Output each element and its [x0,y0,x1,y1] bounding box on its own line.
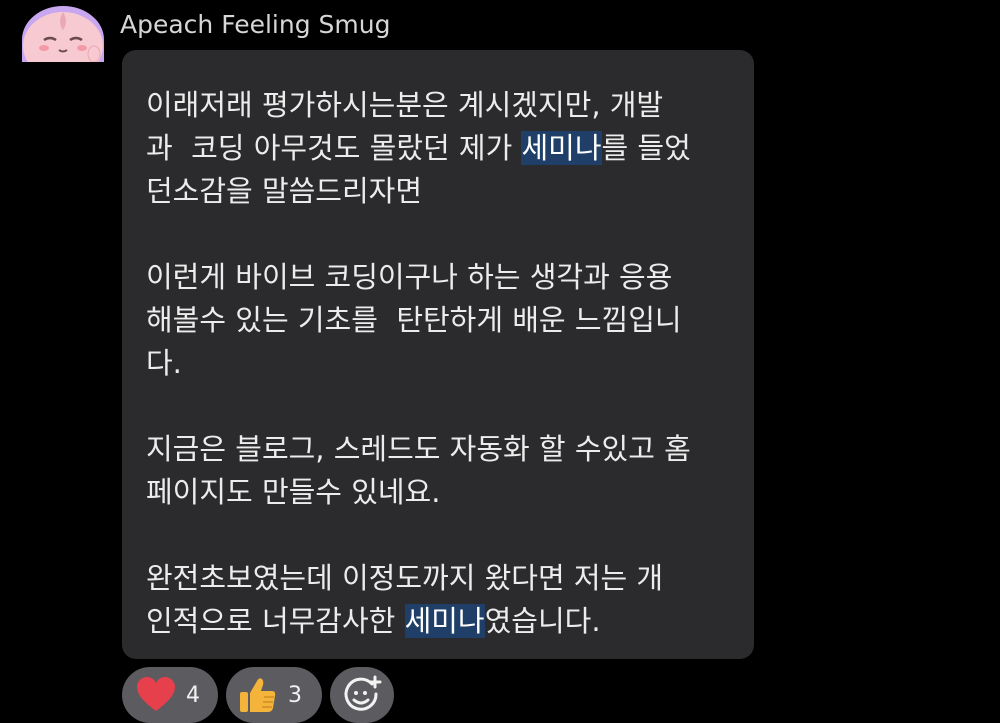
reaction-bar: 4 3 [122,667,394,723]
thumbs-up-reaction-count: 3 [288,682,302,708]
sender-name: Apeach Feeling Smug [120,10,391,39]
apeach-smug-icon [23,12,103,62]
add-reaction-icon [342,675,382,715]
thumbs-up-reaction-button[interactable]: 3 [226,667,322,723]
message-text: 이래저래 평가하시는분은 계시겠지만, 개발 과 코딩 아무것도 몰랐던 제가 … [146,84,746,643]
thumbs-up-icon [238,675,278,715]
avatar[interactable] [22,6,104,62]
add-reaction-button[interactable] [330,667,394,723]
highlighted-keyword: 세미나 [404,604,485,638]
message-text-segment: 였습니다. [484,604,601,638]
message-text-segment: 를 들었 던소감을 말씀드리자면 이런게 바이브 코딩이구나 하는 생각과 응용… [146,131,691,638]
highlighted-keyword: 세미나 [521,131,602,165]
heart-reaction-count: 4 [186,682,200,708]
heart-icon [136,677,176,713]
heart-reaction-button[interactable]: 4 [122,667,218,723]
